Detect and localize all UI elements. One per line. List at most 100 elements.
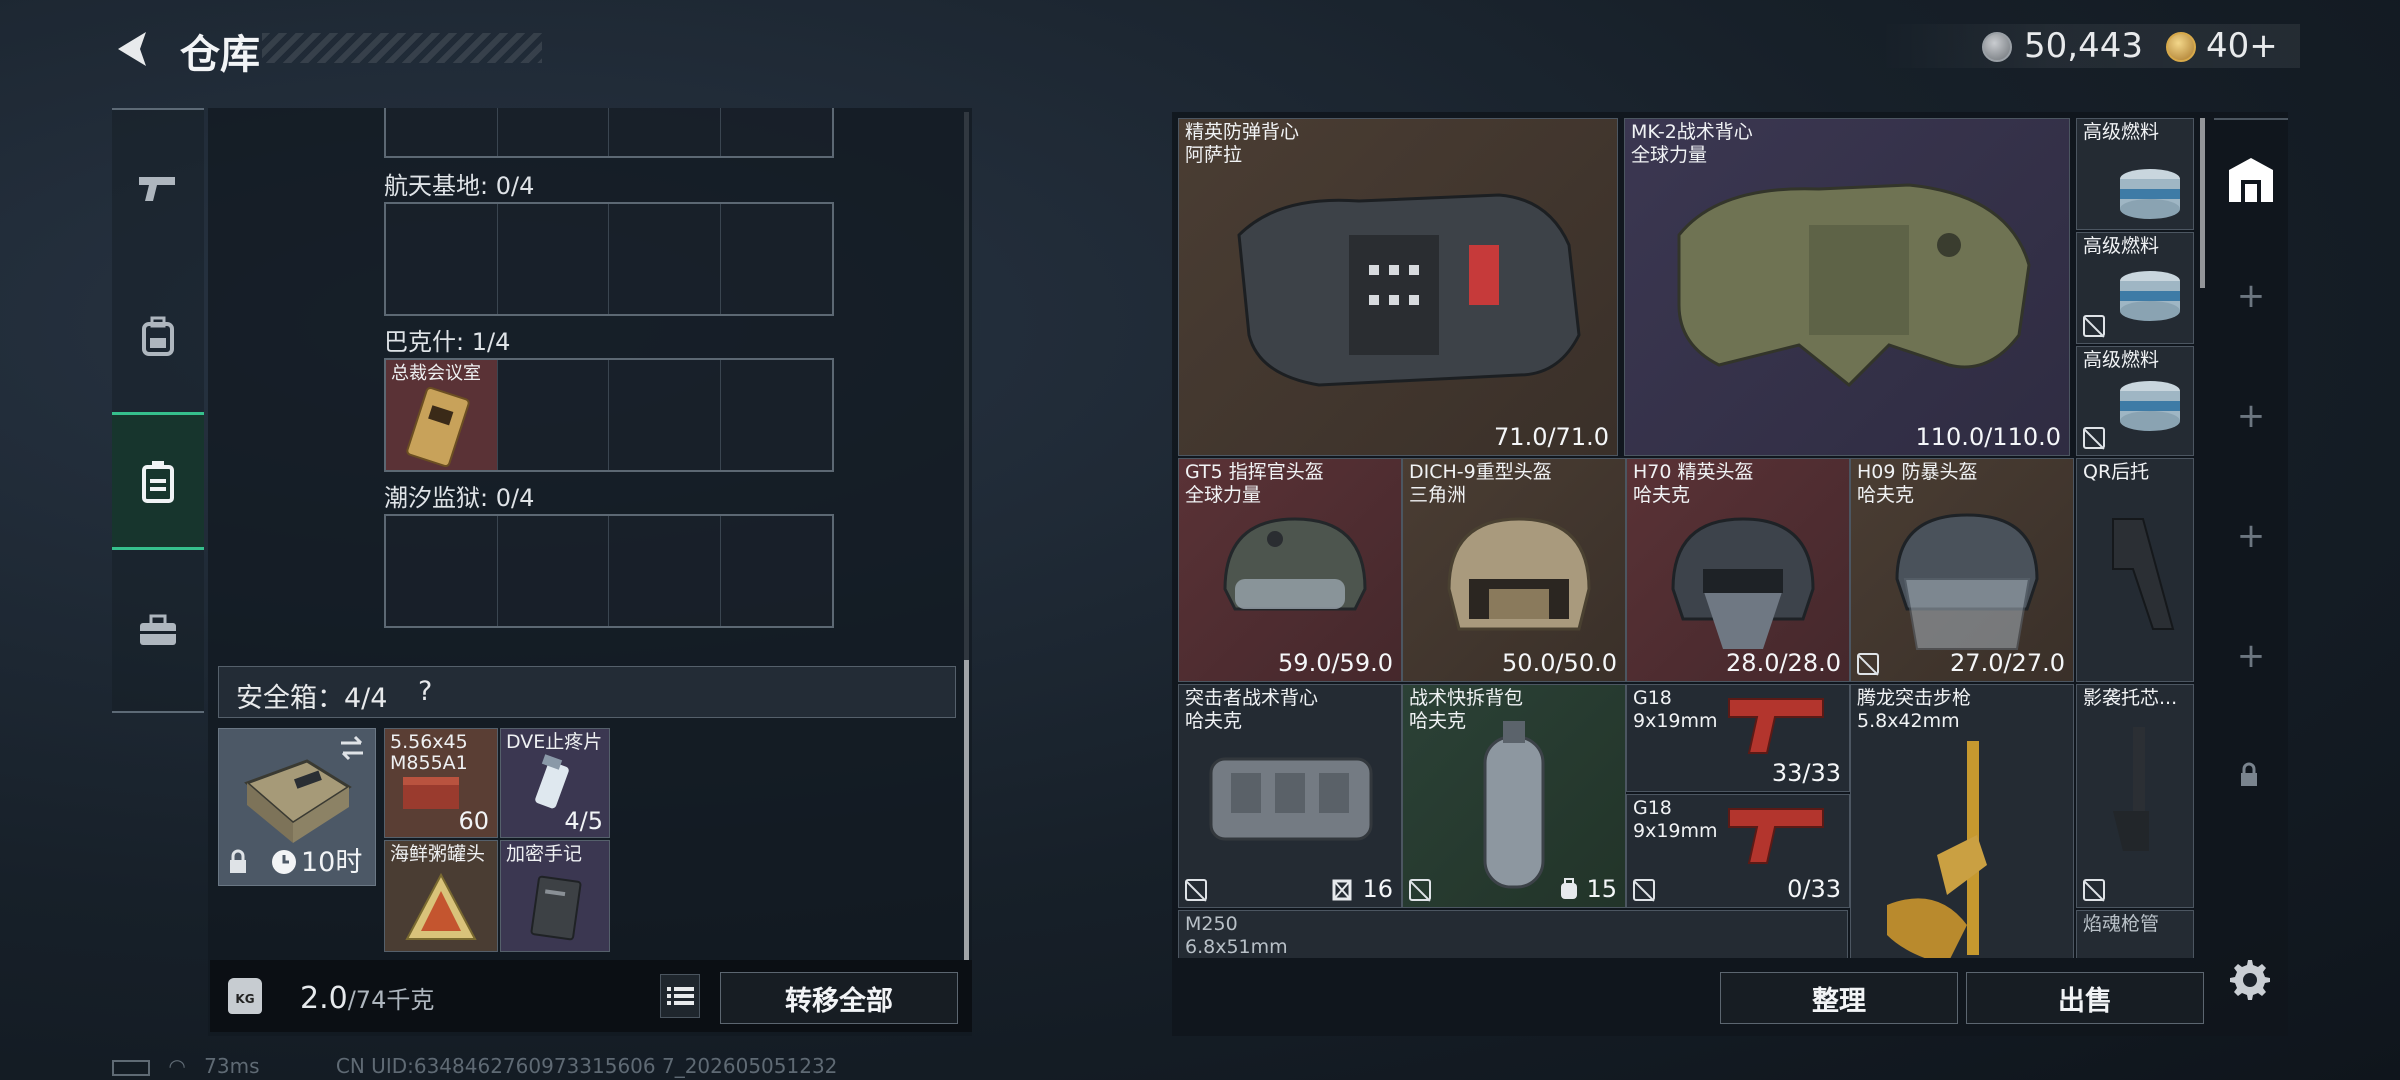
silver-currency-value: 50,443 [2024,26,2143,66]
item-fuel[interactable]: 高级燃料 [2076,118,2194,230]
safebox-container[interactable]: 10时 [218,728,376,886]
item-qr-stock[interactable]: QR后托 [2076,458,2194,682]
stock-core-icon [2113,727,2149,851]
item-gt5-helmet[interactable]: GT5 指挥官头盔 全球力量 59.0/59.0 [1178,458,1402,682]
safebox-item-painkiller[interactable]: DVE止疼片 4/5 [500,728,610,838]
gold-coin-icon [2166,32,2196,62]
page-title: 仓库 [180,32,260,78]
no-sale-icon [1857,653,1879,675]
item-name: 海鲜粥罐头 [390,843,486,865]
armor-vest-icon [1237,193,1581,387]
item-h70-helmet[interactable]: H70 精英头盔 哈夫克 28.0/28.0 [1626,458,1850,682]
no-sale-icon [1409,879,1431,901]
item-name: 突击者战术背心 哈夫克 [1185,687,1319,732]
sort-button[interactable]: 整理 [1720,972,1958,1024]
item-name: M250 6.8x51mm [1185,913,1288,958]
nav-toolbox[interactable] [112,584,204,676]
list-view-button[interactable] [660,974,700,1018]
add-storage-plus-icon[interactable]: + [2214,626,2288,686]
nav-equipment[interactable] [112,290,204,382]
chest-rig-icon [1209,757,1373,841]
no-sale-icon [2083,879,2105,901]
item-dich9-helmet[interactable]: DICH-9重型头盔 三角洲 50.0/50.0 [1402,458,1626,682]
warehouse-icon [2229,158,2273,202]
item-fuel[interactable]: 高级燃料 [2076,346,2194,456]
section-label: 潮汐监狱: 0/4 [384,484,535,512]
item-durability: 59.0/59.0 [1278,649,1393,677]
item-name: 精英防弹背心 阿萨拉 [1185,121,1300,166]
no-sale-icon [2083,427,2105,449]
item-fuel[interactable]: 高级燃料 [2076,232,2194,344]
item-durability: 110.0/110.0 [1915,423,2062,451]
back-arrow-icon[interactable] [112,28,154,70]
help-icon[interactable]: ? [418,676,432,707]
no-sale-icon [1633,879,1655,901]
storage-grid-tidal-prison[interactable] [384,514,834,628]
item-ammo: 0/33 [1787,875,1841,903]
item-name: 高级燃料 [2083,121,2160,143]
section-label: 航天基地: 0/4 [384,172,535,200]
item-name: G18 9x19mm [1633,797,1718,842]
safebox-item-encrypted-notebook[interactable]: 加密手记 [500,840,610,952]
capacity-icon [1332,879,1352,901]
list-icon [667,987,694,1005]
safebox-item-ammo[interactable]: 5.56x45 M855A1 60 [384,728,498,838]
assault-rifle-icon [1887,741,1987,958]
item-h09-helmet[interactable]: H09 防暴头盔 哈夫克 27.0/27.0 [1850,458,2074,682]
helmet-icon [1223,517,1367,611]
item-name: 腾龙突击步枪 5.8x42mm [1857,687,1972,732]
item-count: 60 [458,807,489,835]
item-g18-pistol[interactable]: G18 9x19mm 33/33 [1626,684,1850,792]
gear-icon[interactable] [2226,956,2270,1000]
item-shadow-stock-core[interactable]: 影袭托芯... [2076,684,2194,908]
storage-grid-aerospace[interactable] [384,202,834,316]
item-g18-pistol[interactable]: G18 9x19mm 0/33 [1626,794,1850,908]
storage-scrollbar-thumb[interactable] [964,660,969,960]
item-name: 高级燃料 [2083,235,2160,257]
sell-button[interactable]: 出售 [1966,972,2204,1024]
uid-text: CN UID:6348462760973315606 7_20260505123… [335,1054,838,1078]
fuel-can-icon [2120,381,2180,431]
gold-currency-value[interactable]: 40+ [2206,26,2278,66]
warehouse-tab[interactable] [2214,136,2288,222]
item-durability: 71.0/71.0 [1494,423,1609,451]
toolbox-icon [140,614,176,645]
item-assault-vest[interactable]: 突击者战术背心 哈夫克 16 [1178,684,1402,908]
pistol-icon [1728,698,1824,754]
nav-weapons[interactable] [112,142,204,234]
add-storage-plus-icon[interactable]: + [2214,386,2288,446]
lock-icon [230,849,246,873]
nav-inventory[interactable] [112,412,204,550]
inventory-scrollbar-thumb[interactable] [2200,118,2205,288]
item-tactical-backpack[interactable]: 战术快拆背包 哈夫克 15 [1402,684,1626,908]
no-sale-icon [2083,315,2105,337]
battery-icon [112,1059,150,1076]
storage-grid-bakhsh[interactable]: 总裁会议室 [384,358,834,472]
item-name: 加密手记 [506,843,583,865]
item-tenglong-rifle[interactable]: 腾龙突击步枪 5.8x42mm [1850,684,2074,958]
tactical-vest-icon [1677,183,2031,388]
item-name: MK-2战术背心 全球力量 [1631,121,1753,166]
item-name: 影袭托芯... [2083,687,2178,709]
item-name: 总裁会议室 [391,363,481,384]
add-storage-plus-icon[interactable]: + [2214,266,2288,326]
add-storage-plus-icon[interactable]: + [2214,506,2288,566]
transfer-all-button[interactable]: 转移全部 [720,972,958,1024]
backpack-icon [142,316,174,356]
item-flame-barrel[interactable]: 焰魂枪管 [2076,910,2194,958]
helmet-icon [1895,513,2039,650]
item-mk2-vest[interactable]: MK-2战术背心 全球力量 110.0/110.0 [1624,118,2070,456]
item-name: DVE止疼片 [506,731,603,753]
safebox-item-canned-food[interactable]: 海鲜粥罐头 [384,840,498,952]
item-capacity: 15 [1586,875,1617,903]
pistol-icon [139,177,175,201]
item-m250[interactable]: M250 6.8x51mm [1178,910,1848,958]
safebox-case-icon [244,759,352,843]
helmet-icon [1671,517,1815,649]
item-durability: 50.0/50.0 [1502,649,1617,677]
locked-slot-lock-icon [2238,762,2260,792]
ammo-box-icon [403,777,459,809]
item-elite-vest[interactable]: 精英防弹背心 阿萨拉 71.0/71.0 [1178,118,1618,456]
item-durability: 27.0/27.0 [1950,649,2065,677]
keycard-item[interactable]: 总裁会议室 [386,360,498,470]
